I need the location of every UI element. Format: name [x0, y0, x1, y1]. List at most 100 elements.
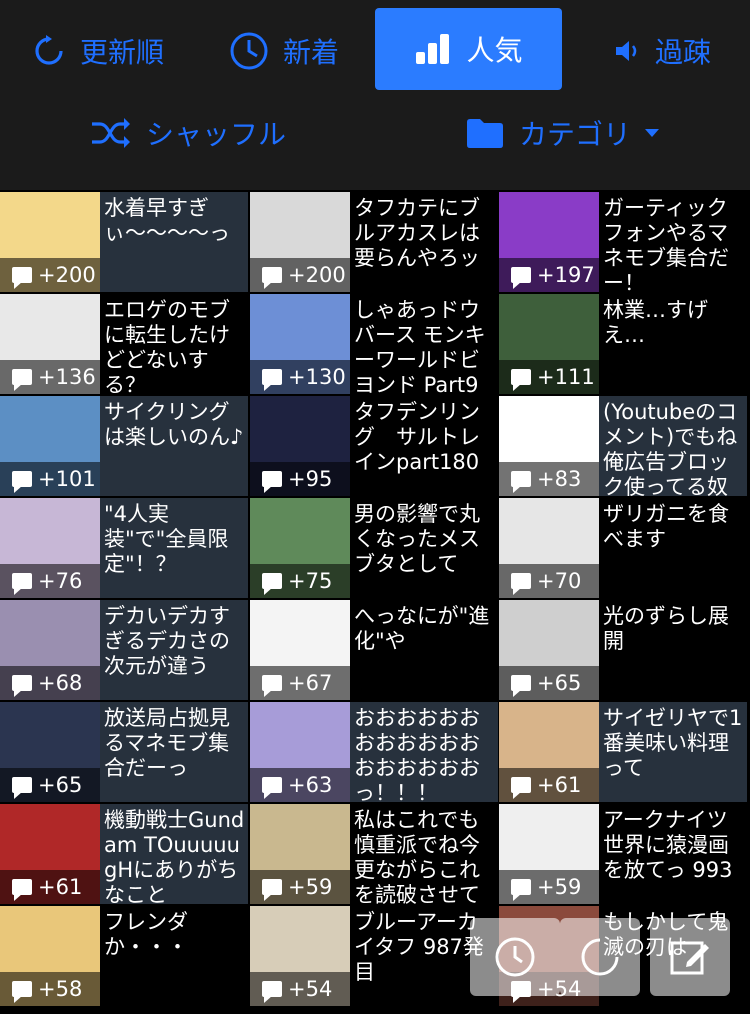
- thread-thumbnail: +58: [0, 906, 100, 1006]
- comment-count-badge: +197: [499, 258, 599, 292]
- comment-count: +95: [288, 467, 333, 491]
- thread-cell[interactable]: +130 しゃあっドウバース モンキーワールドビヨンド Part9: [250, 294, 498, 394]
- thread-thumbnail: +111: [499, 294, 599, 394]
- thread-title: "4人実装"で"全員限定"！？: [104, 502, 229, 576]
- comment-icon: [12, 573, 32, 595]
- comment-icon: [262, 675, 282, 697]
- thread-thumbnail: +61: [499, 702, 599, 802]
- thread-cell[interactable]: +59 アークナイツ世界に猿漫画を放てっ 993: [499, 804, 747, 904]
- thread-cell[interactable]: +61 サイゼリヤで1番美味い料理って: [499, 702, 747, 802]
- tab-new-label: 新着: [282, 36, 339, 69]
- comment-count-badge: +200: [0, 258, 100, 292]
- thread-title: デカいデカすぎるデカさの次元が違う: [104, 604, 230, 678]
- thread-cell[interactable]: +70 ザリガニを食べます: [499, 498, 747, 598]
- tab-new[interactable]: 新着: [214, 10, 354, 92]
- comment-count: +83: [537, 467, 582, 491]
- thread-cell[interactable]: +67 へっなにが"進化"や: [250, 600, 498, 700]
- thread-thumbnail: +68: [0, 600, 100, 700]
- comment-count-badge: +200: [250, 258, 350, 292]
- comment-count: +111: [537, 365, 595, 389]
- thread-cell[interactable]: +61 機動戦士Gundam TOuuuuugHにありがちなこと: [0, 804, 248, 904]
- thread-cell[interactable]: +54 ブルーアーカイタフ 987発目: [250, 906, 498, 1006]
- thread-title: タフカテにブルアカスレは要らんやろッ: [354, 196, 480, 270]
- comment-count-badge: +58: [0, 972, 100, 1006]
- comment-icon: [262, 369, 282, 391]
- thread-cell[interactable]: +63 おおおおおおおおおおおおおおおおおお っ！！！: [250, 702, 498, 802]
- tab-popular[interactable]: 人気: [375, 8, 562, 90]
- thread-title: 水着早すぎぃ〜〜〜〜っ: [104, 196, 230, 245]
- comment-count-badge: +65: [499, 666, 599, 700]
- history-button[interactable]: [470, 918, 560, 996]
- comment-count: +59: [288, 875, 333, 899]
- comment-count: +65: [38, 773, 83, 797]
- tab-shuffle[interactable]: シャッフル: [88, 92, 288, 174]
- comment-count: +67: [288, 671, 333, 695]
- comment-count-badge: +130: [250, 360, 350, 394]
- thread-cell[interactable]: +83 (Youtubeのコメント)でもね俺広告ブロック使ってる奴: [499, 396, 747, 496]
- thread-cell[interactable]: +65 放送局占拠見るマネモブ集合だーっ: [0, 702, 248, 802]
- thread-cell[interactable]: +59 私はこれでも慎重派でね今更ながらこれを読破させて: [250, 804, 498, 904]
- tab-sparse[interactable]: 過疎: [598, 10, 726, 92]
- compose-button[interactable]: [650, 918, 730, 996]
- comment-count: +61: [38, 875, 83, 899]
- comment-count-badge: +59: [250, 870, 350, 904]
- shuffle-icon: [91, 118, 130, 148]
- thread-cell[interactable]: +65 光のずらし展開: [499, 600, 747, 700]
- tab-updated[interactable]: 更新順: [18, 10, 178, 92]
- comment-count-badge: +95: [250, 462, 350, 496]
- comment-count: +58: [38, 977, 83, 1001]
- thread-title: フレンダか・・・: [104, 910, 188, 959]
- thread-cell[interactable]: +95 タフデンリング サルトレインpart180: [250, 396, 498, 496]
- thread-cell[interactable]: +111 林業…すげえ…: [499, 294, 747, 394]
- speaker-icon: [615, 41, 637, 61]
- comment-icon: [511, 471, 531, 493]
- thread-cell[interactable]: +75 男の影響で丸くなったメスブタとして: [250, 498, 498, 598]
- thread-title: アークナイツ世界に猿漫画を放てっ 993: [603, 808, 733, 882]
- comment-icon: [262, 981, 282, 1003]
- thread-title: しゃあっドウバース モンキーワールドビヨンド Part9: [354, 298, 486, 394]
- thread-cell[interactable]: +58 フレンダか・・・: [0, 906, 248, 1006]
- folder-icon: [466, 119, 503, 148]
- thread-cell[interactable]: +200 水着早すぎぃ〜〜〜〜っ: [0, 192, 248, 292]
- pencil-icon: [670, 941, 709, 975]
- comment-count: +65: [537, 671, 582, 695]
- comment-count-badge: +59: [499, 870, 599, 904]
- comment-count: +54: [288, 977, 333, 1001]
- clock-icon: [230, 32, 268, 70]
- thread-thumbnail: +63: [250, 702, 350, 802]
- comment-count: +130: [288, 365, 346, 389]
- thread-title: ガーティックフォンやるマネモブ集合だー！: [603, 196, 729, 292]
- refresh-button[interactable]: [560, 918, 640, 996]
- thread-title: 私はこれでも慎重派でね今更ながらこれを読破させて: [354, 808, 480, 904]
- thread-title: 光のずらし展開: [603, 604, 729, 653]
- comment-count-badge: +67: [250, 666, 350, 700]
- comment-count: +101: [38, 467, 96, 491]
- comment-count-badge: +111: [499, 360, 599, 394]
- comment-count-badge: +68: [0, 666, 100, 700]
- thread-thumbnail: +65: [0, 702, 100, 802]
- thread-cell[interactable]: +136 エロゲのモブに転生したけどどないする？: [0, 294, 248, 394]
- category-dropdown[interactable]: カテゴリ: [462, 92, 662, 174]
- comment-count-badge: +63: [250, 768, 350, 802]
- comment-icon: [262, 777, 282, 799]
- thread-cell[interactable]: +101 サイクリングは楽しいのん♪: [0, 396, 248, 496]
- tab-updated-label: 更新順: [79, 36, 164, 69]
- thread-thumbnail: +70: [499, 498, 599, 598]
- thread-thumbnail: +200: [250, 192, 350, 292]
- thread-thumbnail: +54: [250, 906, 350, 1006]
- thread-cell[interactable]: +68 デカいデカすぎるデカさの次元が違う: [0, 600, 248, 700]
- comment-count: +59: [537, 875, 582, 899]
- comment-count: +200: [38, 263, 96, 287]
- comment-icon: [12, 369, 32, 391]
- comment-icon: [511, 369, 531, 391]
- comment-count-badge: +136: [0, 360, 100, 394]
- comment-count: +70: [537, 569, 582, 593]
- thread-cell[interactable]: +200 タフカテにブルアカスレは要らんやろッ: [250, 192, 498, 292]
- thread-thumbnail: +197: [499, 192, 599, 292]
- comment-count: +197: [537, 263, 595, 287]
- thread-cell[interactable]: +197 ガーティックフォンやるマネモブ集合だー！: [499, 192, 747, 292]
- thread-title: サイクリングは楽しいのん♪: [104, 400, 244, 449]
- thread-cell[interactable]: +76 "4人実装"で"全員限定"！？: [0, 498, 248, 598]
- comment-count: +200: [288, 263, 346, 287]
- caret-down-icon: [645, 129, 659, 137]
